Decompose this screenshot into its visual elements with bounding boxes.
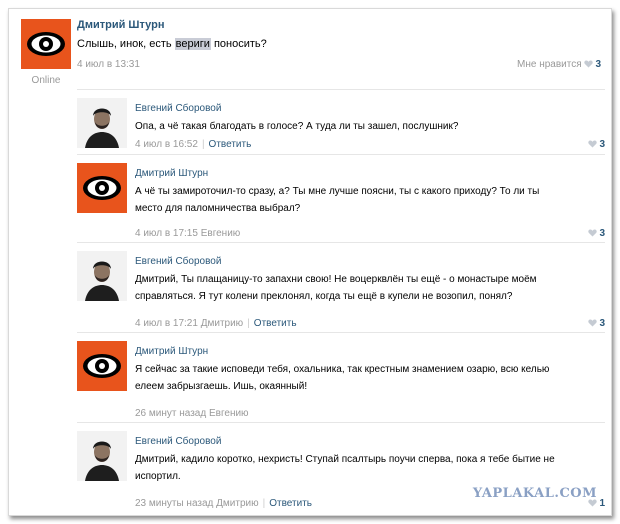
like-count: 1 bbox=[599, 498, 605, 509]
post-text-after: поносить? bbox=[210, 38, 267, 50]
heart-icon bbox=[588, 140, 597, 148]
comment-text: Дмитрий, Ты плащаницу-то запахни свою! Н… bbox=[135, 271, 595, 305]
commenter-avatar-eye-icon[interactable] bbox=[77, 163, 127, 213]
comment-meta: 26 минут назад Евгению bbox=[135, 408, 249, 419]
comment-item: Евгений Сборовой Опа, а чё такая благода… bbox=[77, 89, 605, 154]
comment-meta: 4 июл в 17:15 Евгению bbox=[135, 228, 240, 239]
like-count: 3 bbox=[595, 59, 601, 70]
post-date[interactable]: 4 июл в 13:31 bbox=[77, 59, 140, 70]
comment-date[interactable]: 4 июл в 17:15 Евгению bbox=[135, 228, 240, 239]
main-post: Online Дмитрий Штурн Слышь, инок, есть в… bbox=[9, 9, 611, 86]
comment-text-line: испортил. bbox=[135, 471, 181, 482]
meta-separator: | bbox=[262, 498, 266, 509]
commenter-avatar[interactable] bbox=[77, 431, 127, 481]
meta-separator: | bbox=[247, 318, 250, 329]
commenter-avatar-eye-icon[interactable] bbox=[77, 341, 127, 391]
comment-author-link[interactable]: Евгений Сборовой bbox=[135, 436, 221, 447]
commenter-avatar[interactable] bbox=[77, 98, 127, 148]
comment-text-line: Дмитрий, кадило коротко, нехристь! Ступа… bbox=[135, 454, 555, 465]
reply-button[interactable]: Ответить bbox=[209, 139, 252, 150]
comment-item: Евгений Сборовой Дмитрий, Ты плащаницу-т… bbox=[77, 242, 605, 332]
comment-meta: 23 минуты назад Дмитрию | Ответить bbox=[135, 498, 312, 509]
comment-text-line: А чё ты замироточил-то сразу, а? Ты мне … bbox=[135, 186, 540, 197]
comment-text: А чё ты замироточил-то сразу, а? Ты мне … bbox=[135, 183, 595, 217]
reply-button[interactable]: Ответить bbox=[269, 498, 312, 509]
post-like-button[interactable]: Мне нравится 3 bbox=[517, 59, 601, 70]
comment-text: Дмитрий, кадило коротко, нехристь! Ступа… bbox=[135, 451, 595, 485]
comment-text-line: место для паломничества выбрал? bbox=[135, 203, 301, 214]
commenter-avatar[interactable] bbox=[77, 251, 127, 301]
comment-like-button[interactable]: 3 bbox=[588, 228, 605, 239]
watermark: YAPLAKAL.COM bbox=[472, 486, 597, 501]
comment-text: Я сейчас за такие исповеди тебя, охальни… bbox=[135, 361, 595, 395]
comment-thread: Online Дмитрий Штурн Слышь, инок, есть в… bbox=[8, 8, 612, 516]
post-text: Слышь, инок, есть вериги поносить? bbox=[77, 38, 267, 50]
post-text-highlight: вериги bbox=[174, 38, 211, 50]
comment-item: Дмитрий Штурн А чё ты замироточил-то сра… bbox=[77, 154, 605, 242]
comment-meta: 4 июл в 16:52 | Ответить bbox=[135, 139, 251, 150]
comment-date[interactable]: 4 июл в 17:21 Дмитрию bbox=[135, 318, 243, 329]
comment-text-line: Я сейчас за такие исповеди тебя, охальни… bbox=[135, 364, 550, 375]
comment-text-line: справляться. Я тут колени преклонял, ког… bbox=[135, 291, 513, 302]
comment-date[interactable]: 26 минут назад Евгению bbox=[135, 408, 249, 419]
author-avatar-eye-icon[interactable] bbox=[21, 19, 71, 69]
comment-text-line: Дмитрий, Ты плащаницу-то запахни свою! Н… bbox=[135, 274, 537, 285]
comment-date[interactable]: 4 июл в 16:52 bbox=[135, 139, 198, 150]
like-count: 3 bbox=[599, 318, 605, 329]
comment-like-button[interactable]: 3 bbox=[588, 318, 605, 329]
comment-author-link[interactable]: Евгений Сборовой bbox=[135, 103, 221, 114]
comment-author-link[interactable]: Дмитрий Штурн bbox=[135, 168, 208, 179]
like-count: 3 bbox=[599, 139, 605, 150]
like-label: Мне нравится bbox=[517, 59, 582, 70]
comment-meta: 4 июл в 17:21 Дмитрию | Ответить bbox=[135, 318, 297, 329]
post-text-before: Слышь, инок, есть bbox=[77, 38, 175, 50]
comment-text-line: елеем забрызгаешь. Ишь, окаянный! bbox=[135, 381, 308, 392]
heart-icon bbox=[588, 229, 597, 237]
post-author-link[interactable]: Дмитрий Штурн bbox=[77, 19, 164, 31]
heart-icon bbox=[588, 319, 597, 327]
comment-text: Опа, а чё такая благодать в голосе? А ту… bbox=[135, 121, 459, 132]
comment-author-link[interactable]: Дмитрий Штурн bbox=[135, 346, 208, 357]
meta-separator: | bbox=[201, 139, 205, 150]
comment-author-link[interactable]: Евгений Сборовой bbox=[135, 256, 221, 267]
heart-icon bbox=[584, 60, 593, 68]
online-status: Online bbox=[31, 75, 61, 86]
comment-item: Дмитрий Штурн Я сейчас за такие исповеди… bbox=[77, 332, 605, 422]
comment-date[interactable]: 23 минуты назад Дмитрию bbox=[135, 498, 259, 509]
like-count: 3 bbox=[599, 228, 605, 239]
reply-button[interactable]: Ответить bbox=[254, 318, 297, 329]
comment-like-button[interactable]: 3 bbox=[588, 139, 605, 150]
